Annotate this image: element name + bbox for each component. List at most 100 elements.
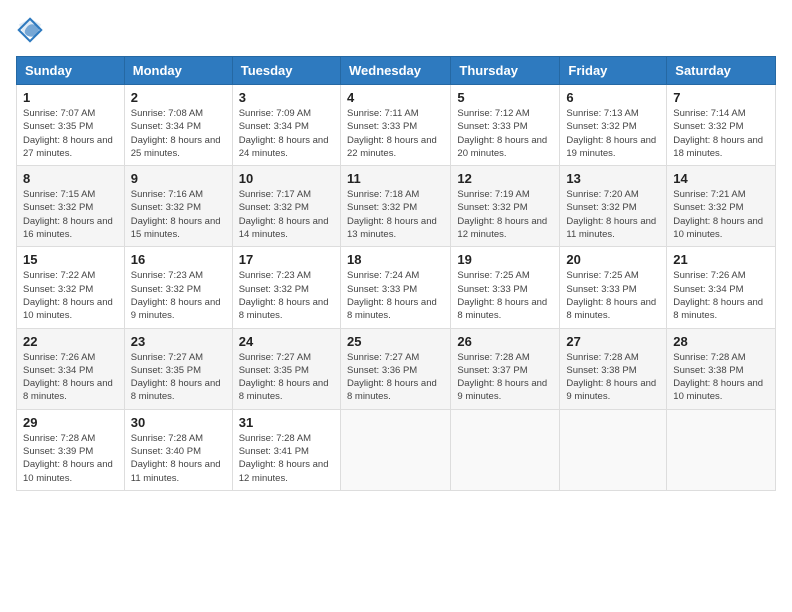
day-info: Sunrise: 7:20 AMSunset: 3:32 PMDaylight:… <box>566 188 660 241</box>
calendar-cell: 18Sunrise: 7:24 AMSunset: 3:33 PMDayligh… <box>340 247 450 328</box>
day-info: Sunrise: 7:28 AMSunset: 3:38 PMDaylight:… <box>566 351 660 404</box>
weekday-header-row: SundayMondayTuesdayWednesdayThursdayFrid… <box>17 57 776 85</box>
day-info: Sunrise: 7:18 AMSunset: 3:32 PMDaylight:… <box>347 188 444 241</box>
calendar-cell: 29 Sunrise: 7:28 AMSunset: 3:39 PMDayligh… <box>17 409 125 490</box>
day-number: 13 <box>566 171 660 186</box>
day-number: 4 <box>347 90 444 105</box>
weekday-header-saturday: Saturday <box>667 57 776 85</box>
day-info: Sunrise: 7:27 AMSunset: 3:35 PMDaylight:… <box>131 351 226 404</box>
calendar-cell: 30 Sunrise: 7:28 AMSunset: 3:40 PMDayligh… <box>124 409 232 490</box>
weekday-header-friday: Friday <box>560 57 667 85</box>
day-number: 5 <box>457 90 553 105</box>
day-info: Sunrise: 7:27 AMSunset: 3:35 PMDaylight:… <box>239 351 334 404</box>
day-info: Sunrise: 7:21 AMSunset: 3:32 PMDaylight:… <box>673 188 769 241</box>
calendar-cell: 23 Sunrise: 7:27 AMSunset: 3:35 PMDayligh… <box>124 328 232 409</box>
day-number: 2 <box>131 90 226 105</box>
calendar-cell: 5 Sunrise: 7:12 AMSunset: 3:33 PMDaylight… <box>451 85 560 166</box>
calendar-cell: 10Sunrise: 7:17 AMSunset: 3:32 PMDayligh… <box>232 166 340 247</box>
day-info: Sunrise: 7:26 AMSunset: 3:34 PMDaylight:… <box>23 351 118 404</box>
calendar-cell <box>451 409 560 490</box>
day-info: Sunrise: 7:19 AMSunset: 3:32 PMDaylight:… <box>457 188 553 241</box>
day-info: Sunrise: 7:07 AMSunset: 3:35 PMDaylight:… <box>23 107 118 160</box>
day-number: 14 <box>673 171 769 186</box>
day-info: Sunrise: 7:13 AMSunset: 3:32 PMDaylight:… <box>566 107 660 160</box>
calendar-cell: 13 Sunrise: 7:20 AMSunset: 3:32 PMDayligh… <box>560 166 667 247</box>
day-number: 3 <box>239 90 334 105</box>
calendar-cell: 16Sunrise: 7:23 AMSunset: 3:32 PMDayligh… <box>124 247 232 328</box>
day-info: Sunrise: 7:11 AMSunset: 3:33 PMDaylight:… <box>347 107 444 160</box>
weekday-header-thursday: Thursday <box>451 57 560 85</box>
day-number: 20 <box>566 252 660 267</box>
day-info: Sunrise: 7:28 AMSunset: 3:40 PMDaylight:… <box>131 432 226 485</box>
calendar-week-row: 1 Sunrise: 7:07 AMSunset: 3:35 PMDaylight… <box>17 85 776 166</box>
day-number: 31 <box>239 415 334 430</box>
day-number: 16 <box>131 252 226 267</box>
calendar-cell: 14 Sunrise: 7:21 AMSunset: 3:32 PMDayligh… <box>667 166 776 247</box>
day-info: Sunrise: 7:28 AMSunset: 3:41 PMDaylight:… <box>239 432 334 485</box>
day-number: 11 <box>347 171 444 186</box>
weekday-header-monday: Monday <box>124 57 232 85</box>
day-number: 24 <box>239 334 334 349</box>
day-number: 29 <box>23 415 118 430</box>
day-number: 27 <box>566 334 660 349</box>
day-number: 23 <box>131 334 226 349</box>
day-number: 25 <box>347 334 444 349</box>
calendar-cell: 19Sunrise: 7:25 AMSunset: 3:33 PMDayligh… <box>451 247 560 328</box>
calendar-cell: 31 Sunrise: 7:28 AMSunset: 3:41 PMDayligh… <box>232 409 340 490</box>
day-number: 12 <box>457 171 553 186</box>
day-info: Sunrise: 7:14 AMSunset: 3:32 PMDaylight:… <box>673 107 769 160</box>
calendar-cell: 28Sunrise: 7:28 AMSunset: 3:38 PMDayligh… <box>667 328 776 409</box>
weekday-header-wednesday: Wednesday <box>340 57 450 85</box>
calendar-cell: 7 Sunrise: 7:14 AMSunset: 3:32 PMDaylight… <box>667 85 776 166</box>
logo <box>16 16 48 44</box>
calendar-cell: 3Sunrise: 7:09 AMSunset: 3:34 PMDaylight… <box>232 85 340 166</box>
day-number: 1 <box>23 90 118 105</box>
calendar-cell: 1 Sunrise: 7:07 AMSunset: 3:35 PMDaylight… <box>17 85 125 166</box>
day-info: Sunrise: 7:12 AMSunset: 3:33 PMDaylight:… <box>457 107 553 160</box>
calendar-cell: 15Sunrise: 7:22 AMSunset: 3:32 PMDayligh… <box>17 247 125 328</box>
calendar-cell: 12 Sunrise: 7:19 AMSunset: 3:32 PMDayligh… <box>451 166 560 247</box>
calendar-cell: 4 Sunrise: 7:11 AMSunset: 3:33 PMDaylight… <box>340 85 450 166</box>
day-number: 28 <box>673 334 769 349</box>
day-info: Sunrise: 7:08 AMSunset: 3:34 PMDaylight:… <box>131 107 226 160</box>
day-info: Sunrise: 7:22 AMSunset: 3:32 PMDaylight:… <box>23 269 118 322</box>
day-info: Sunrise: 7:28 AMSunset: 3:39 PMDaylight:… <box>23 432 118 485</box>
day-number: 30 <box>131 415 226 430</box>
calendar-cell: 8Sunrise: 7:15 AMSunset: 3:32 PMDaylight… <box>17 166 125 247</box>
page-header <box>16 16 776 44</box>
day-number: 22 <box>23 334 118 349</box>
day-number: 26 <box>457 334 553 349</box>
day-info: Sunrise: 7:27 AMSunset: 3:36 PMDaylight:… <box>347 351 444 404</box>
calendar-week-row: 15Sunrise: 7:22 AMSunset: 3:32 PMDayligh… <box>17 247 776 328</box>
day-number: 7 <box>673 90 769 105</box>
day-number: 9 <box>131 171 226 186</box>
day-number: 17 <box>239 252 334 267</box>
day-info: Sunrise: 7:16 AMSunset: 3:32 PMDaylight:… <box>131 188 226 241</box>
calendar-cell: 2 Sunrise: 7:08 AMSunset: 3:34 PMDaylight… <box>124 85 232 166</box>
day-number: 10 <box>239 171 334 186</box>
calendar-cell: 27 Sunrise: 7:28 AMSunset: 3:38 PMDayligh… <box>560 328 667 409</box>
calendar-week-row: 22 Sunrise: 7:26 AMSunset: 3:34 PMDayligh… <box>17 328 776 409</box>
day-info: Sunrise: 7:24 AMSunset: 3:33 PMDaylight:… <box>347 269 444 322</box>
calendar-cell: 20 Sunrise: 7:25 AMSunset: 3:33 PMDayligh… <box>560 247 667 328</box>
calendar-week-row: 29 Sunrise: 7:28 AMSunset: 3:39 PMDayligh… <box>17 409 776 490</box>
calendar-cell: 17 Sunrise: 7:23 AMSunset: 3:32 PMDayligh… <box>232 247 340 328</box>
calendar-cell: 26 Sunrise: 7:28 AMSunset: 3:37 PMDayligh… <box>451 328 560 409</box>
day-info: Sunrise: 7:25 AMSunset: 3:33 PMDaylight:… <box>457 269 553 322</box>
calendar-cell: 24 Sunrise: 7:27 AMSunset: 3:35 PMDayligh… <box>232 328 340 409</box>
weekday-header-tuesday: Tuesday <box>232 57 340 85</box>
day-info: Sunrise: 7:26 AMSunset: 3:34 PMDaylight:… <box>673 269 769 322</box>
calendar-cell: 25 Sunrise: 7:27 AMSunset: 3:36 PMDayligh… <box>340 328 450 409</box>
day-info: Sunrise: 7:25 AMSunset: 3:33 PMDaylight:… <box>566 269 660 322</box>
logo-icon <box>16 16 44 44</box>
calendar-table: SundayMondayTuesdayWednesdayThursdayFrid… <box>16 56 776 491</box>
calendar-cell <box>340 409 450 490</box>
day-info: Sunrise: 7:23 AMSunset: 3:32 PMDaylight:… <box>239 269 334 322</box>
calendar-cell: 22 Sunrise: 7:26 AMSunset: 3:34 PMDayligh… <box>17 328 125 409</box>
day-number: 21 <box>673 252 769 267</box>
day-info: Sunrise: 7:28 AMSunset: 3:37 PMDaylight:… <box>457 351 553 404</box>
calendar-cell: 21 Sunrise: 7:26 AMSunset: 3:34 PMDayligh… <box>667 247 776 328</box>
calendar-cell: 11 Sunrise: 7:18 AMSunset: 3:32 PMDayligh… <box>340 166 450 247</box>
calendar-week-row: 8Sunrise: 7:15 AMSunset: 3:32 PMDaylight… <box>17 166 776 247</box>
day-number: 8 <box>23 171 118 186</box>
